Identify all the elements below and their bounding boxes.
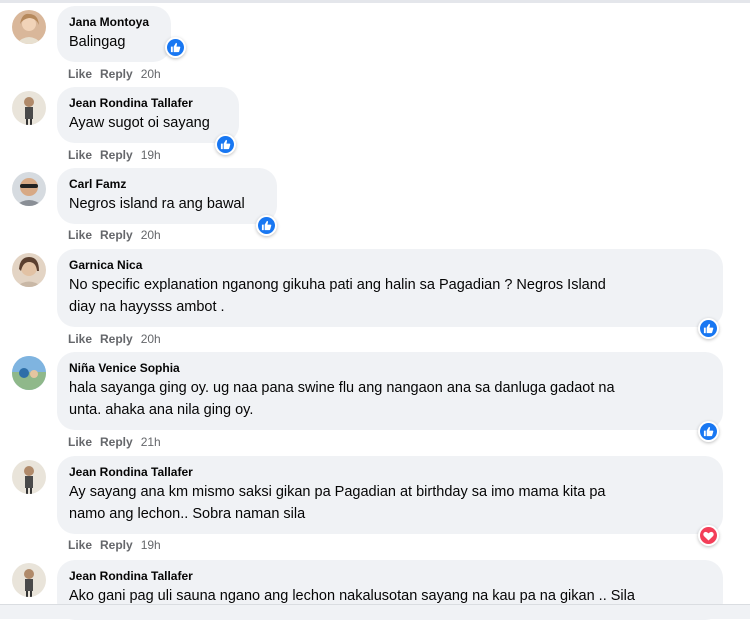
like-action[interactable]: Like (68, 148, 92, 162)
like-action[interactable]: Like (68, 332, 92, 346)
comment-bubble: Jean Rondina Tallafer Ayaw sugot oi saya… (57, 87, 239, 143)
comment-text: Balingag (69, 34, 126, 50)
comment-author[interactable]: Carl Famz (69, 176, 265, 192)
comment-actions: Like Reply 20h (68, 228, 161, 242)
comment-text: No specific explanation nganong gikuha p… (69, 277, 606, 315)
like-action[interactable]: Like (68, 67, 92, 81)
comment-author[interactable]: Jana Montoya (69, 14, 159, 30)
avatar[interactable] (12, 91, 46, 125)
reaction-badge[interactable] (256, 215, 277, 236)
comment-text: Ayaw sugot oi sayang (69, 115, 210, 131)
comment-bubble: Niña Venice Sophia hala sayanga ging oy.… (57, 352, 723, 430)
reaction-badge[interactable] (698, 525, 719, 546)
reply-action[interactable]: Reply (100, 228, 133, 242)
avatar[interactable] (12, 356, 46, 390)
reaction-badge[interactable] (698, 318, 719, 339)
avatar[interactable] (12, 253, 46, 287)
like-icon (703, 323, 714, 334)
comment-time[interactable]: 19h (141, 538, 161, 552)
like-action[interactable]: Like (68, 228, 92, 242)
comment-time[interactable]: 19h (141, 148, 161, 162)
avatar[interactable] (12, 460, 46, 494)
reaction-badge[interactable] (215, 134, 236, 155)
bottom-edge (0, 604, 750, 619)
comment-author[interactable]: Garnica Nica (69, 257, 711, 273)
comment-actions: Like Reply 21h (68, 435, 161, 449)
reply-action[interactable]: Reply (100, 435, 133, 449)
like-icon (261, 220, 272, 231)
reply-action[interactable]: Reply (100, 67, 133, 81)
comment-time[interactable]: 20h (141, 67, 161, 81)
reaction-badge[interactable] (165, 37, 186, 58)
comment-text: Ay sayang ana km mismo saksi gikan pa Pa… (69, 484, 606, 522)
comment-text: Negros island ra ang bawal (69, 196, 245, 212)
comment-bubble: Garnica Nica No specific explanation nga… (57, 249, 723, 327)
comment-author[interactable]: Niña Venice Sophia (69, 360, 711, 376)
like-icon (220, 139, 231, 150)
reply-action[interactable]: Reply (100, 538, 133, 552)
comment-bubble: Jean Rondina Tallafer Ay sayang ana km m… (57, 456, 723, 534)
like-icon (703, 426, 714, 437)
avatar[interactable] (12, 563, 46, 597)
like-action[interactable]: Like (68, 538, 92, 552)
comment-time[interactable]: 21h (141, 435, 161, 449)
comment-actions: Like Reply 20h (68, 67, 161, 81)
comment-text: hala sayanga ging oy. ug naa pana swine … (69, 380, 615, 418)
comment-author[interactable]: Jean Rondina Tallafer (69, 464, 711, 480)
comment-actions: Like Reply 20h (68, 332, 161, 346)
comment-time[interactable]: 20h (141, 228, 161, 242)
comment-actions: Like Reply 19h (68, 148, 161, 162)
reply-action[interactable]: Reply (100, 332, 133, 346)
comment-bubble: Jana Montoya Balingag (57, 6, 171, 62)
reaction-badge[interactable] (698, 421, 719, 442)
like-action[interactable]: Like (68, 435, 92, 449)
comment-author[interactable]: Jean Rondina Tallafer (69, 95, 227, 111)
top-divider (0, 0, 750, 3)
avatar[interactable] (12, 172, 46, 206)
comment-bubble: Carl Famz Negros island ra ang bawal (57, 168, 277, 224)
heart-icon (703, 531, 714, 541)
avatar[interactable] (12, 10, 46, 44)
comment-time[interactable]: 20h (141, 332, 161, 346)
comment-actions: Like Reply 19h (68, 538, 161, 552)
reply-action[interactable]: Reply (100, 148, 133, 162)
like-icon (170, 42, 181, 53)
comment-author[interactable]: Jean Rondina Tallafer (69, 568, 711, 584)
